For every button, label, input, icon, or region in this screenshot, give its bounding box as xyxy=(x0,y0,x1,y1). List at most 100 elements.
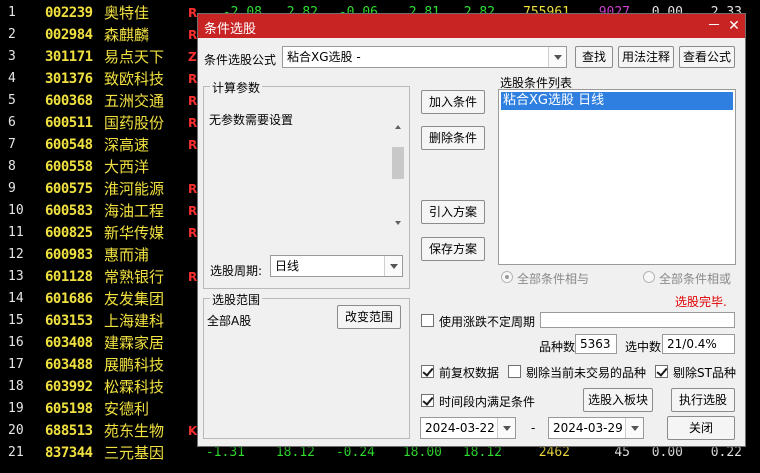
period-combo[interactable]: 日线 xyxy=(270,255,403,277)
stock-code: 600548 xyxy=(45,137,93,153)
period-value: 日线 xyxy=(275,259,300,273)
radio-and[interactable] xyxy=(501,271,513,283)
close-button[interactable]: 关闭 xyxy=(667,416,735,440)
chevron-down-icon[interactable] xyxy=(384,256,402,276)
stock-code: 603153 xyxy=(45,313,93,329)
stock-name: 新华传媒 xyxy=(104,224,165,242)
row-index: 17 xyxy=(8,357,24,372)
row-index: 21 xyxy=(8,445,24,460)
stock-screener-dialog: 条件选股 － ✕ 条件选股公式 粘合XG选股 - 查找 用法注释 查看公式 计算… xyxy=(197,13,746,447)
scroll-down-icon[interactable] xyxy=(395,221,401,225)
stock-flag: R xyxy=(188,28,198,42)
row-index: 5 xyxy=(8,93,16,108)
minimize-button[interactable]: － xyxy=(704,16,724,36)
time-range-label: 时间段内满足条件 xyxy=(439,395,536,409)
row-index: 13 xyxy=(8,269,24,284)
scroll-up-icon[interactable] xyxy=(395,125,401,129)
stock-name: 大西洋 xyxy=(104,158,150,176)
usage-button[interactable]: 用法注释 xyxy=(618,46,674,68)
remove-st-label: 剔除ST品种 xyxy=(673,366,736,380)
stock-flag: R xyxy=(188,182,198,196)
save-scheme-button[interactable]: 保存方案 xyxy=(421,237,485,261)
remove-st-checkbox[interactable] xyxy=(655,365,668,378)
stock-code: 603408 xyxy=(45,335,93,351)
stock-flag: Z xyxy=(188,50,197,64)
date-to-input[interactable]: 2024-03-29 xyxy=(548,417,644,439)
stock-code: 600368 xyxy=(45,93,93,109)
row-index: 6 xyxy=(8,115,16,130)
add-condition-button[interactable]: 加入条件 xyxy=(421,90,485,114)
date-to-value: 2024-03-29 xyxy=(553,421,623,435)
row-index: 18 xyxy=(8,379,24,394)
execute-button[interactable]: 执行选股 xyxy=(671,388,735,412)
stock-name: 惠而浦 xyxy=(104,246,150,264)
change-range-button[interactable]: 改变范围 xyxy=(337,305,401,329)
stock-code: 605198 xyxy=(45,401,93,417)
view-formula-button[interactable]: 查看公式 xyxy=(679,46,735,68)
stock-flag: R xyxy=(188,94,198,108)
stock-flag: K xyxy=(188,424,198,438)
dialog-titlebar[interactable]: 条件选股 － ✕ xyxy=(198,14,745,38)
row-index: 8 xyxy=(8,159,16,174)
selected-label: 选中数 xyxy=(625,340,662,354)
stock-name: 三元基因 xyxy=(104,444,165,462)
stock-name: 深高速 xyxy=(104,136,150,154)
stock-flag: R xyxy=(188,270,198,284)
chevron-down-icon[interactable] xyxy=(497,418,515,438)
stock-name: 易点天下 xyxy=(104,48,165,66)
stock-code: 301171 xyxy=(45,49,93,65)
stock-code: 600575 xyxy=(45,181,93,197)
to-block-button[interactable]: 选股入板块 xyxy=(583,388,653,412)
radio-or-label: 全部条件相或 xyxy=(659,272,732,286)
condition-item[interactable]: 粘合XG选股 日线 xyxy=(501,92,733,110)
row-index: 14 xyxy=(8,291,24,306)
remove-untraded-checkbox[interactable] xyxy=(508,365,521,378)
count-value: 5363 xyxy=(575,334,617,354)
close-icon[interactable]: ✕ xyxy=(724,16,744,36)
stock-name: 致欧科技 xyxy=(104,70,165,88)
stock-code: 837344 xyxy=(45,445,93,461)
fq-data-checkbox[interactable] xyxy=(421,365,434,378)
range-value: 全部A股 xyxy=(207,314,252,328)
chevron-down-icon[interactable] xyxy=(548,47,566,67)
stock-name: 建霖家居 xyxy=(104,334,165,352)
date-from-input[interactable]: 2024-03-22 xyxy=(420,417,516,439)
formula-label: 条件选股公式 xyxy=(204,53,277,67)
scroll-thumb[interactable] xyxy=(392,147,404,179)
find-button[interactable]: 查找 xyxy=(575,46,613,68)
stock-code: 603992 xyxy=(45,379,93,395)
row-index: 4 xyxy=(8,71,16,86)
stock-name: 奥特佳 xyxy=(104,4,150,22)
range-group-title: 选股范围 xyxy=(210,291,263,308)
stock-name: 上海建科 xyxy=(104,312,165,330)
delete-condition-button[interactable]: 删除条件 xyxy=(421,126,485,150)
stock-code: 600511 xyxy=(45,115,93,131)
stock-name: 国药股份 xyxy=(104,114,165,132)
stock-name: 展鹏科技 xyxy=(104,356,165,374)
stock-code: 600558 xyxy=(45,159,93,175)
radio-or[interactable] xyxy=(643,271,655,283)
use-uncertain-checkbox[interactable] xyxy=(421,314,434,327)
params-scrollbar[interactable] xyxy=(390,121,406,229)
stock-name: 友发集团 xyxy=(104,290,165,308)
stock-name: 森麒麟 xyxy=(104,26,150,44)
uncertain-input[interactable] xyxy=(540,312,735,328)
stock-code: 601128 xyxy=(45,269,93,285)
stock-flag: R xyxy=(188,226,198,240)
row-index: 1 xyxy=(8,5,16,20)
stock-name: 海油工程 xyxy=(104,202,165,220)
stock-name: 常熟银行 xyxy=(104,268,165,286)
stock-code: 002239 xyxy=(45,5,93,21)
row-index: 16 xyxy=(8,335,24,350)
stock-code: 688513 xyxy=(45,423,93,439)
import-scheme-button[interactable]: 引入方案 xyxy=(421,200,485,224)
fq-data-label: 前复权数据 xyxy=(439,366,500,380)
stock-flag: R xyxy=(188,204,198,218)
condition-listbox[interactable]: 粘合XG选股 日线 xyxy=(498,89,736,265)
formula-combo[interactable]: 粘合XG选股 - xyxy=(282,46,567,68)
stock-name: 松霖科技 xyxy=(104,378,165,396)
time-range-checkbox[interactable] xyxy=(421,394,434,407)
stock-code: 600583 xyxy=(45,203,93,219)
chevron-down-icon[interactable] xyxy=(625,418,643,438)
stock-name: 安德利 xyxy=(104,400,150,418)
